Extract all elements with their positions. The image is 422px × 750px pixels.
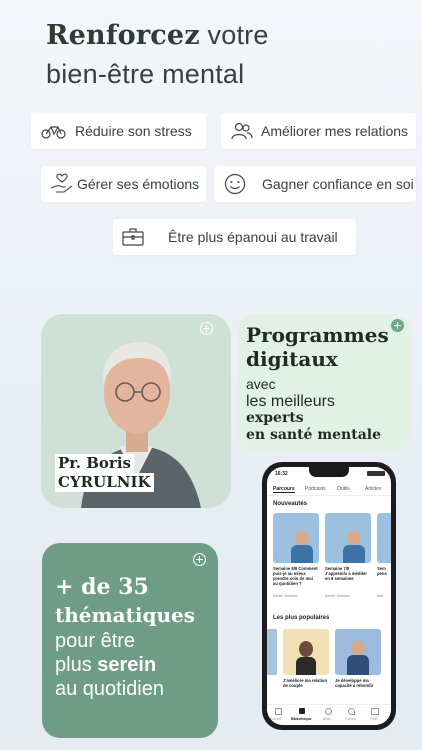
programs-line2: les meilleurs	[246, 393, 335, 410]
nav-profile-icon[interactable]	[371, 708, 379, 715]
nav-label: Profil	[370, 717, 378, 721]
expert-name-line1: Pr. Boris	[55, 454, 134, 473]
chip-improve-relations[interactable]: Améliorer mes relations	[221, 113, 416, 149]
expert-name-line2: CYRULNIK	[55, 473, 154, 492]
nav-label: Favoris	[345, 717, 357, 721]
chip-label: Être plus épanoui au travail	[168, 229, 338, 245]
phone-popular-title: Je développe ma capacité à rebondir	[335, 678, 374, 688]
chip-reduce-stress[interactable]: Réduire son stress	[31, 113, 206, 149]
phone-popular-title: J'améliore ma relation de couple	[283, 678, 328, 688]
hero-subtitle: bien-être mental	[46, 59, 245, 89]
chip-label: Améliorer mes relations	[261, 123, 409, 139]
expert-card[interactable]: Pr. Boris CYRULNIK	[41, 314, 231, 508]
nav-bilan-icon[interactable]	[325, 708, 332, 715]
chip-gain-confidence[interactable]: Gagner confiance en soi	[214, 166, 416, 202]
themes-line5: au quotidien	[55, 678, 164, 700]
nav-label: Bibliothèque	[291, 717, 312, 721]
nav-label: Bilan	[323, 717, 331, 721]
phone-status-time: 16:32	[275, 471, 288, 477]
hand-heart-icon	[50, 173, 73, 193]
card-avatar	[351, 641, 365, 655]
phone-popular-card[interactable]	[283, 629, 329, 675]
bicycle-icon	[41, 126, 66, 139]
themes-line4b: serein	[97, 654, 157, 676]
hero-title-bold: Renforcez	[46, 20, 200, 51]
nav-home-icon[interactable]	[275, 708, 282, 715]
phone-section-popular: Les plus populaires	[273, 615, 330, 621]
chip-fulfilled-at-work[interactable]: Être plus épanoui au travail	[113, 219, 356, 255]
chip-label: Réduire son stress	[75, 123, 192, 139]
phone-notch	[309, 467, 349, 477]
phone-popular-card[interactable]	[335, 629, 381, 675]
themes-line1: + de 35	[55, 574, 149, 600]
themes-line4a: plus	[55, 654, 98, 676]
card-body	[291, 545, 313, 563]
phone-screen: 16:32 Parcours Podcasts Outils Articles …	[267, 467, 391, 725]
phone-card-title: Semaine 8/8 Comment puis-je au mieux pre…	[273, 566, 318, 586]
phone-tabs: Parcours Podcasts Outils Articles	[267, 483, 391, 496]
themes-line3: pour être	[55, 630, 136, 652]
phone-status-icons	[367, 471, 385, 476]
programs-text: avec les meilleurs experts en santé ment…	[246, 376, 381, 444]
card-avatar	[295, 531, 309, 545]
phone-tab-podcasts[interactable]: Podcasts	[305, 486, 326, 492]
programs-line1: avec	[246, 376, 276, 392]
expert-name-label: Pr. Boris CYRULNIK	[55, 454, 154, 492]
programs-line4: en santé mentale	[246, 427, 382, 443]
chip-manage-emotions[interactable]: Gérer ses émotions	[41, 166, 206, 202]
add-icon[interactable]	[200, 322, 213, 335]
phone-card[interactable]	[273, 513, 319, 563]
nav-library-icon[interactable]	[299, 708, 305, 714]
phone-card-title: Semaine 7/8 J'apprends à méditer en 8 se…	[325, 566, 367, 581]
people-icon	[231, 122, 253, 140]
phone-card-author: Adrien Jimenez	[273, 594, 298, 598]
chip-label: Gagner confiance en soi	[262, 176, 414, 192]
phone-bottom-nav: Accueil Bibliothèque Bilan Favoris Profi…	[267, 704, 391, 725]
phone-popular-card[interactable]	[267, 629, 277, 675]
smiley-icon	[224, 173, 246, 195]
card-body	[343, 545, 365, 563]
nav-label: Accueil	[270, 717, 281, 721]
briefcase-icon	[122, 228, 144, 246]
themes-card[interactable]: + de 35 thématiques pour être plus serei…	[42, 543, 218, 738]
card-body	[296, 657, 316, 675]
themes-text: + de 35 thématiques pour être plus serei…	[55, 573, 195, 701]
themes-line2: thématiques	[55, 603, 195, 627]
phone-card-author: Adri	[377, 594, 384, 598]
programs-card[interactable]: Programmes digitaux avec les meilleurs e…	[237, 314, 412, 452]
phone-card[interactable]	[377, 513, 391, 563]
card-avatar	[347, 531, 361, 545]
hero-title-rest: votre	[199, 20, 269, 50]
programs-title: Programmes digitaux	[246, 323, 389, 371]
add-icon[interactable]	[193, 553, 206, 566]
card-avatar	[299, 641, 313, 657]
phone-tab-outils[interactable]: Outils	[337, 486, 350, 492]
chip-label: Gérer ses émotions	[77, 176, 200, 192]
programs-title-line1: Programmes	[246, 323, 389, 347]
phone-card-author: Adrien Jimenez	[325, 594, 350, 598]
hero-title: Renforcez votre bien-être mental	[46, 16, 269, 93]
programs-title-line2: digitaux	[246, 347, 338, 371]
card-body	[347, 655, 369, 675]
nav-favorites-icon[interactable]	[348, 708, 355, 715]
themes-line4: plus serein	[55, 653, 195, 677]
phone-card-title: Sem pens	[377, 566, 387, 576]
add-icon[interactable]	[391, 319, 404, 332]
phone-section-new: Nouveautés	[273, 501, 308, 507]
phone-tab-parcours[interactable]: Parcours	[273, 486, 295, 493]
phone-tab-articles[interactable]: Articles	[365, 486, 381, 492]
phone-mockup: 16:32 Parcours Podcasts Outils Articles …	[262, 462, 396, 730]
phone-card[interactable]	[325, 513, 371, 563]
programs-line3: experts	[246, 410, 304, 426]
